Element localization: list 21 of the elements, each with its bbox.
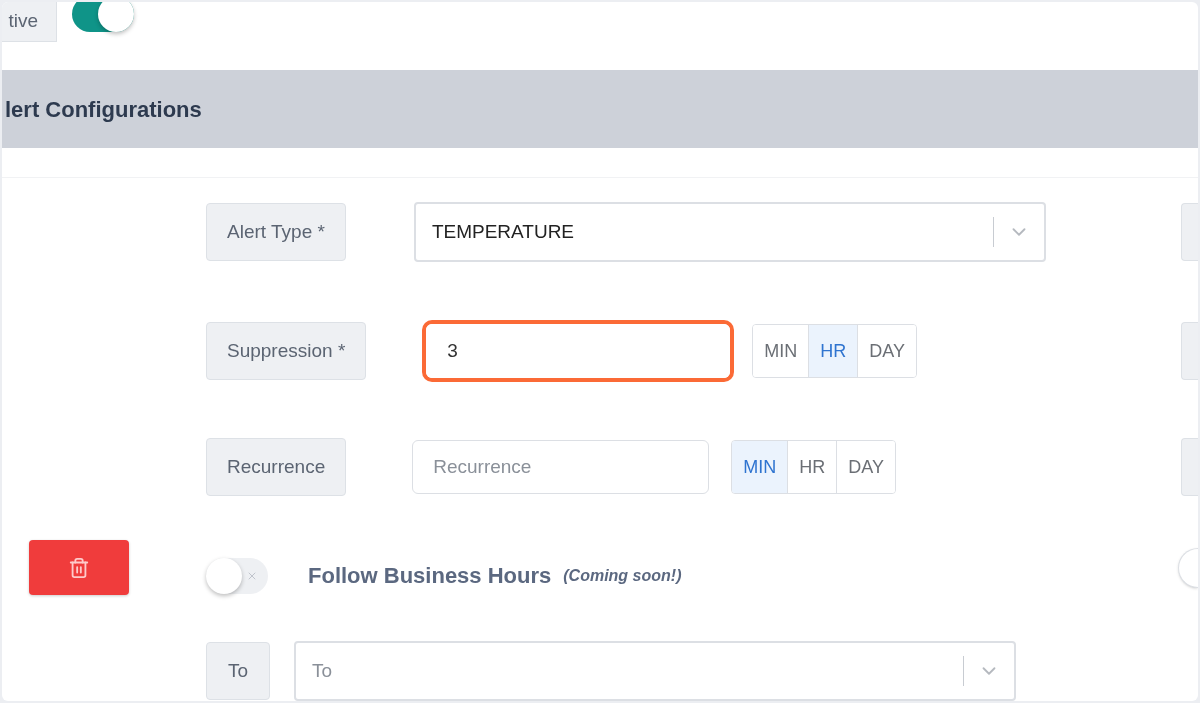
field-label: Alert Type * [206, 203, 346, 261]
trash-icon [68, 555, 90, 580]
recipient-select[interactable]: To [294, 641, 1016, 701]
number-field[interactable]: Recurrence [412, 440, 710, 494]
field-label: Suppression * [206, 322, 367, 380]
toggle-switch[interactable] [206, 557, 268, 594]
unit-option[interactable]: DAY [836, 441, 895, 493]
toggle-label: Follow Business Hours [308, 562, 552, 590]
unit-option[interactable]: DAY [857, 325, 916, 377]
field-label: To [206, 642, 270, 700]
coming-soon-note: (Coming soon!) [563, 565, 682, 586]
select-value: TEMPERATURE [430, 219, 576, 244]
select-placeholder: To [311, 658, 334, 683]
field-label: Recurrence [206, 438, 347, 496]
select-field[interactable]: TEMPERATURE [413, 202, 1046, 262]
section-header: lert Configurations [2, 70, 1198, 148]
toggle-switch[interactable] [72, 2, 134, 32]
delete-button[interactable] [29, 540, 129, 595]
unit-option[interactable]: HR [808, 325, 858, 377]
status-label: tive [2, 2, 57, 42]
unit-option[interactable]: MIN [732, 441, 788, 493]
